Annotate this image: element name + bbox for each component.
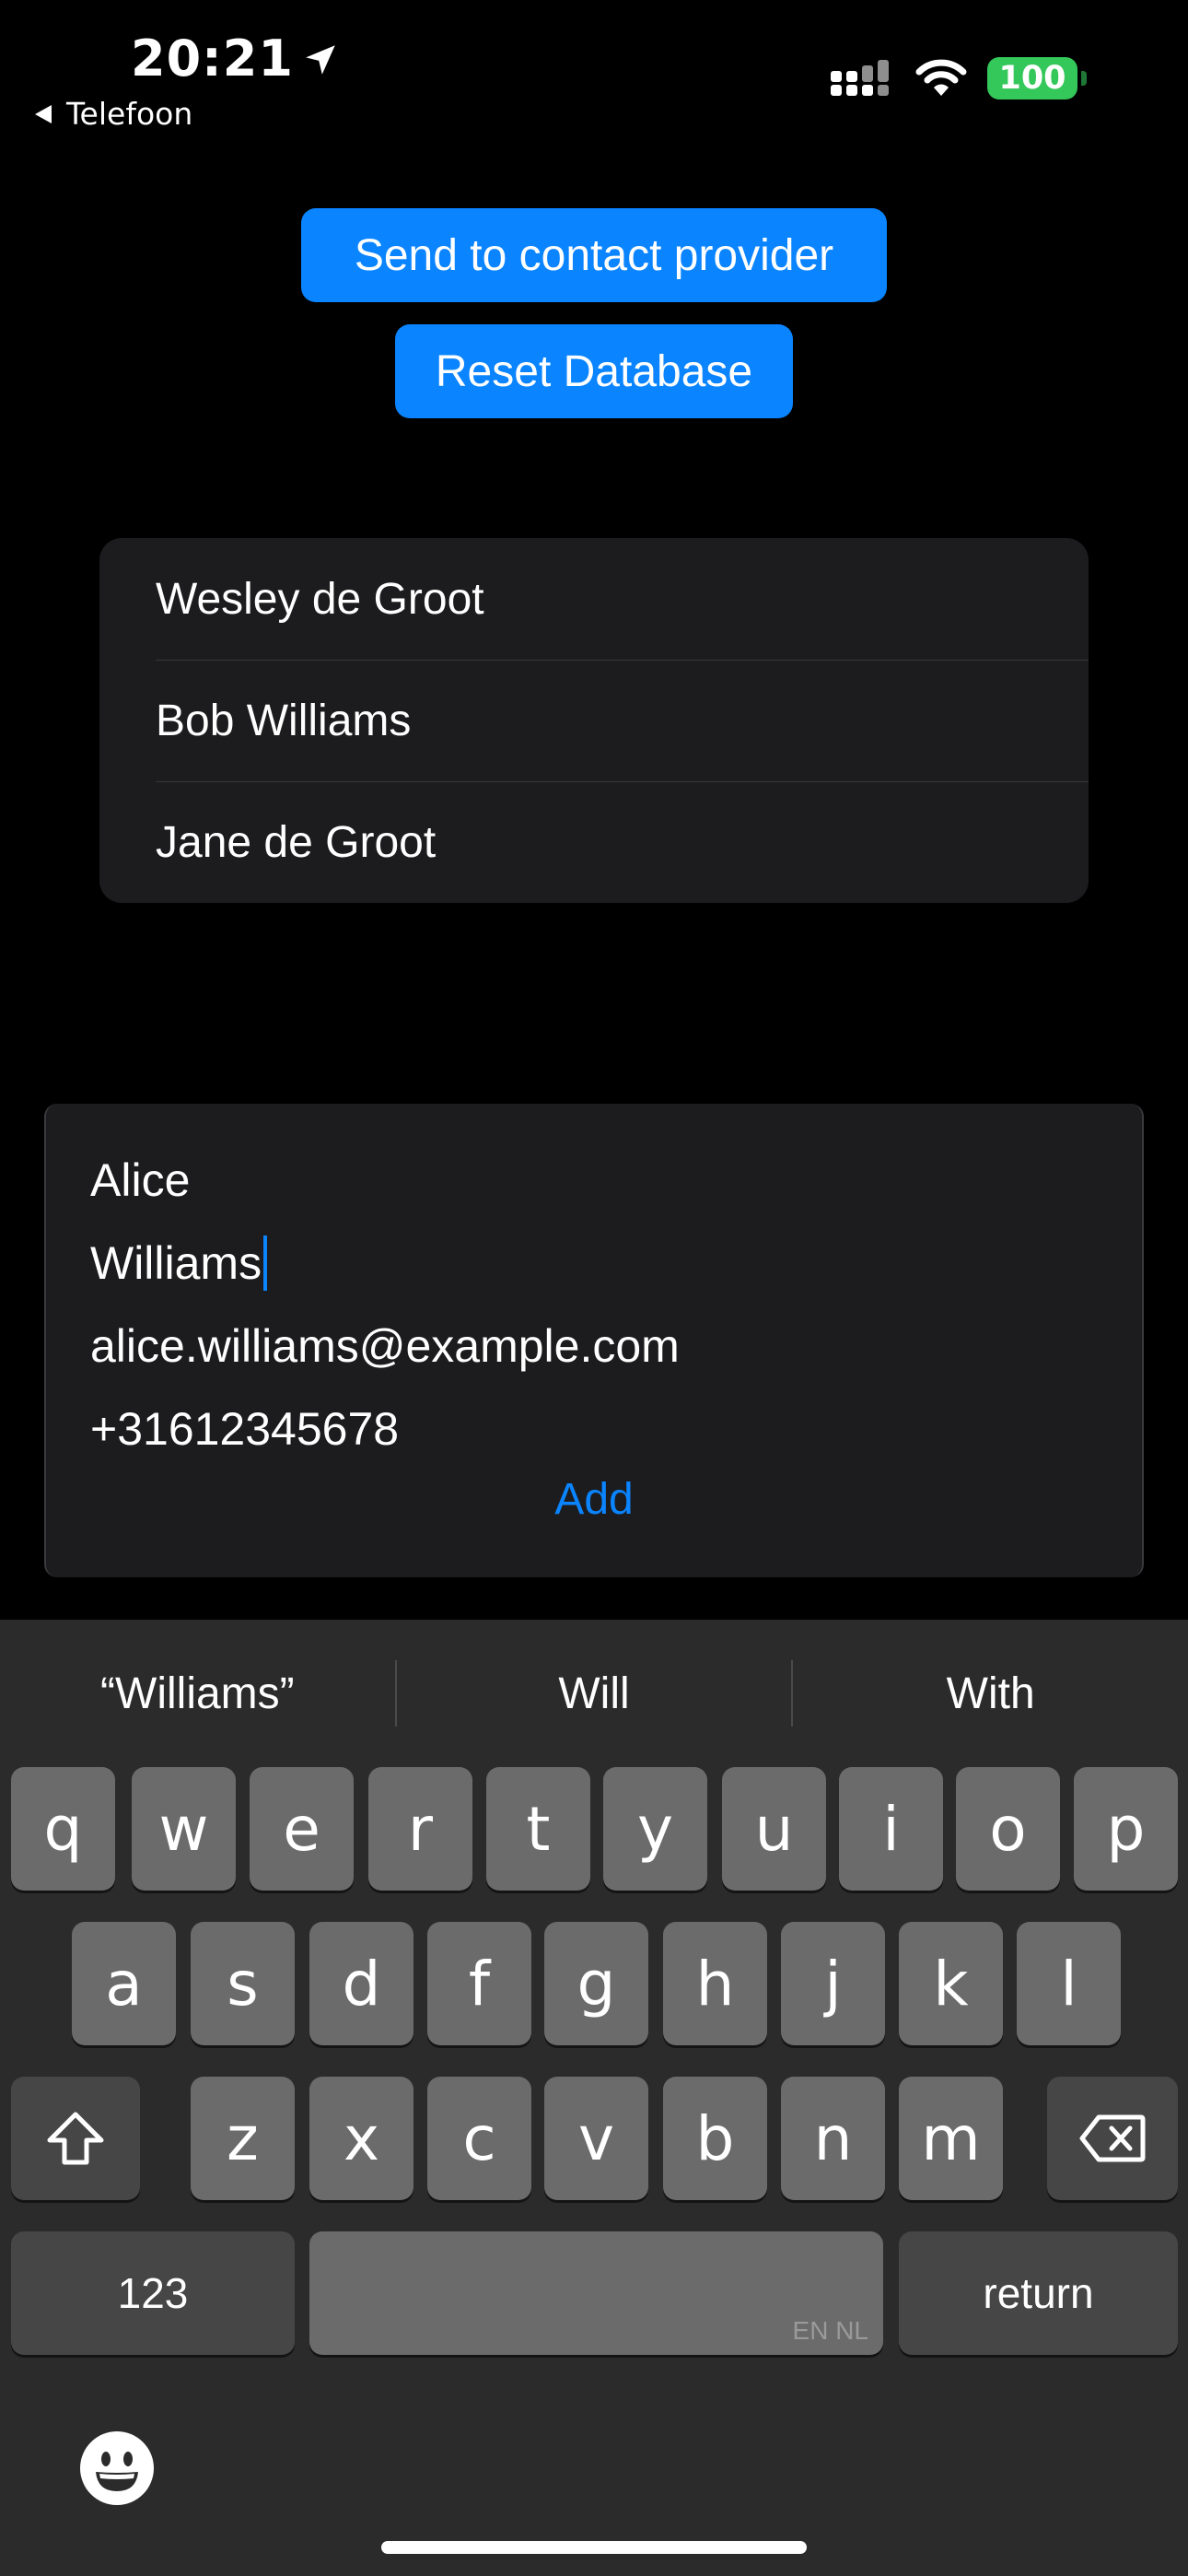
space-language-label: EN NL — [792, 2316, 868, 2345]
contact-row[interactable]: Bob Williams — [99, 660, 1089, 781]
battery-level: 100 — [987, 57, 1077, 100]
phone-value: +31612345678 — [90, 1403, 400, 1455]
back-to-phone-link[interactable]: Telefoon — [33, 96, 192, 132]
key-k[interactable]: k — [899, 1922, 1003, 2045]
shift-key[interactable] — [11, 2077, 140, 2200]
cellular-signal-icon — [831, 60, 889, 96]
key-b[interactable]: b — [663, 2077, 767, 2200]
suggestion-item[interactable]: Will — [397, 1669, 792, 1719]
key-v[interactable]: v — [544, 2077, 648, 2200]
key-d[interactable]: d — [309, 1922, 413, 2045]
key-p[interactable]: p — [1074, 1767, 1178, 1891]
contact-name: Bob Williams — [156, 696, 412, 745]
key-g[interactable]: g — [544, 1922, 648, 2045]
status-time-text: 20:21 — [131, 29, 294, 88]
contact-row[interactable]: Jane de Groot — [99, 781, 1089, 903]
key-e[interactable]: e — [250, 1767, 354, 1891]
key-j[interactable]: j — [781, 1922, 885, 2045]
key-n[interactable]: n — [781, 2077, 885, 2200]
add-contact-button[interactable]: Add — [46, 1474, 1142, 1525]
emoji-icon — [80, 2431, 154, 2505]
send-to-contact-provider-button[interactable]: Send to contact provider — [301, 208, 887, 302]
reset-database-button[interactable]: Reset Database — [395, 324, 793, 418]
home-indicator[interactable] — [381, 2541, 807, 2554]
status-indicators: 100 — [831, 57, 1087, 100]
key-u[interactable]: u — [722, 1767, 826, 1891]
first-name-field[interactable]: Alice — [90, 1150, 190, 1211]
key-f[interactable]: f — [427, 1922, 531, 2045]
contact-name: Jane de Groot — [156, 817, 437, 867]
key-i[interactable]: i — [839, 1767, 943, 1891]
return-key[interactable]: return — [899, 2231, 1178, 2355]
key-o[interactable]: o — [956, 1767, 1060, 1891]
emoji-button[interactable] — [79, 2430, 155, 2506]
space-bar[interactable]: EN NL — [309, 2231, 883, 2355]
key-m[interactable]: m — [899, 2077, 1003, 2200]
key-z[interactable]: z — [191, 2077, 295, 2200]
wifi-icon — [915, 59, 967, 96]
key-h[interactable]: h — [663, 1922, 767, 2045]
text-cursor — [263, 1235, 268, 1291]
back-triangle-icon — [35, 104, 52, 123]
battery-icon: 100 — [987, 57, 1087, 100]
status-time: 20:21 — [131, 29, 340, 88]
backspace-icon — [1079, 2114, 1146, 2162]
numbers-key[interactable]: 123 — [11, 2231, 295, 2355]
last-name-field[interactable]: Williams — [90, 1233, 268, 1294]
contact-list: Wesley de Groot Bob Williams Jane de Gro… — [99, 538, 1089, 903]
contact-name: Wesley de Groot — [156, 574, 484, 624]
key-x[interactable]: x — [309, 2077, 413, 2200]
add-contact-form: Alice Williams alice.williams@example.co… — [44, 1104, 1144, 1577]
key-c[interactable]: c — [427, 2077, 531, 2200]
predictive-bar: “Williams” Will With — [0, 1620, 1188, 1767]
key-t[interactable]: t — [486, 1767, 590, 1891]
suggestion-item[interactable]: “Williams” — [0, 1669, 395, 1719]
key-l[interactable]: l — [1017, 1922, 1121, 2045]
last-name-value: Williams — [90, 1237, 262, 1289]
key-s[interactable]: s — [191, 1922, 295, 2045]
back-link-label: Telefoon — [66, 96, 193, 132]
location-arrow-icon — [306, 44, 335, 75]
key-q[interactable]: q — [11, 1767, 115, 1891]
keyboard: “Williams” Will With q w e r t y u i o p… — [0, 1620, 1188, 2576]
email-field[interactable]: alice.williams@example.com — [90, 1316, 680, 1376]
backspace-key[interactable] — [1047, 2077, 1178, 2200]
key-a[interactable]: a — [72, 1922, 176, 2045]
battery-cap — [1081, 71, 1087, 86]
phone-field[interactable]: +31612345678 — [90, 1399, 399, 1459]
first-name-value: Alice — [90, 1154, 191, 1206]
key-y[interactable]: y — [603, 1767, 707, 1891]
email-value: alice.williams@example.com — [90, 1320, 680, 1372]
contact-row[interactable]: Wesley de Groot — [99, 538, 1089, 660]
key-w[interactable]: w — [132, 1767, 236, 1891]
suggestion-item[interactable]: With — [793, 1669, 1188, 1719]
shift-icon — [47, 2112, 104, 2165]
key-r[interactable]: r — [368, 1767, 472, 1891]
